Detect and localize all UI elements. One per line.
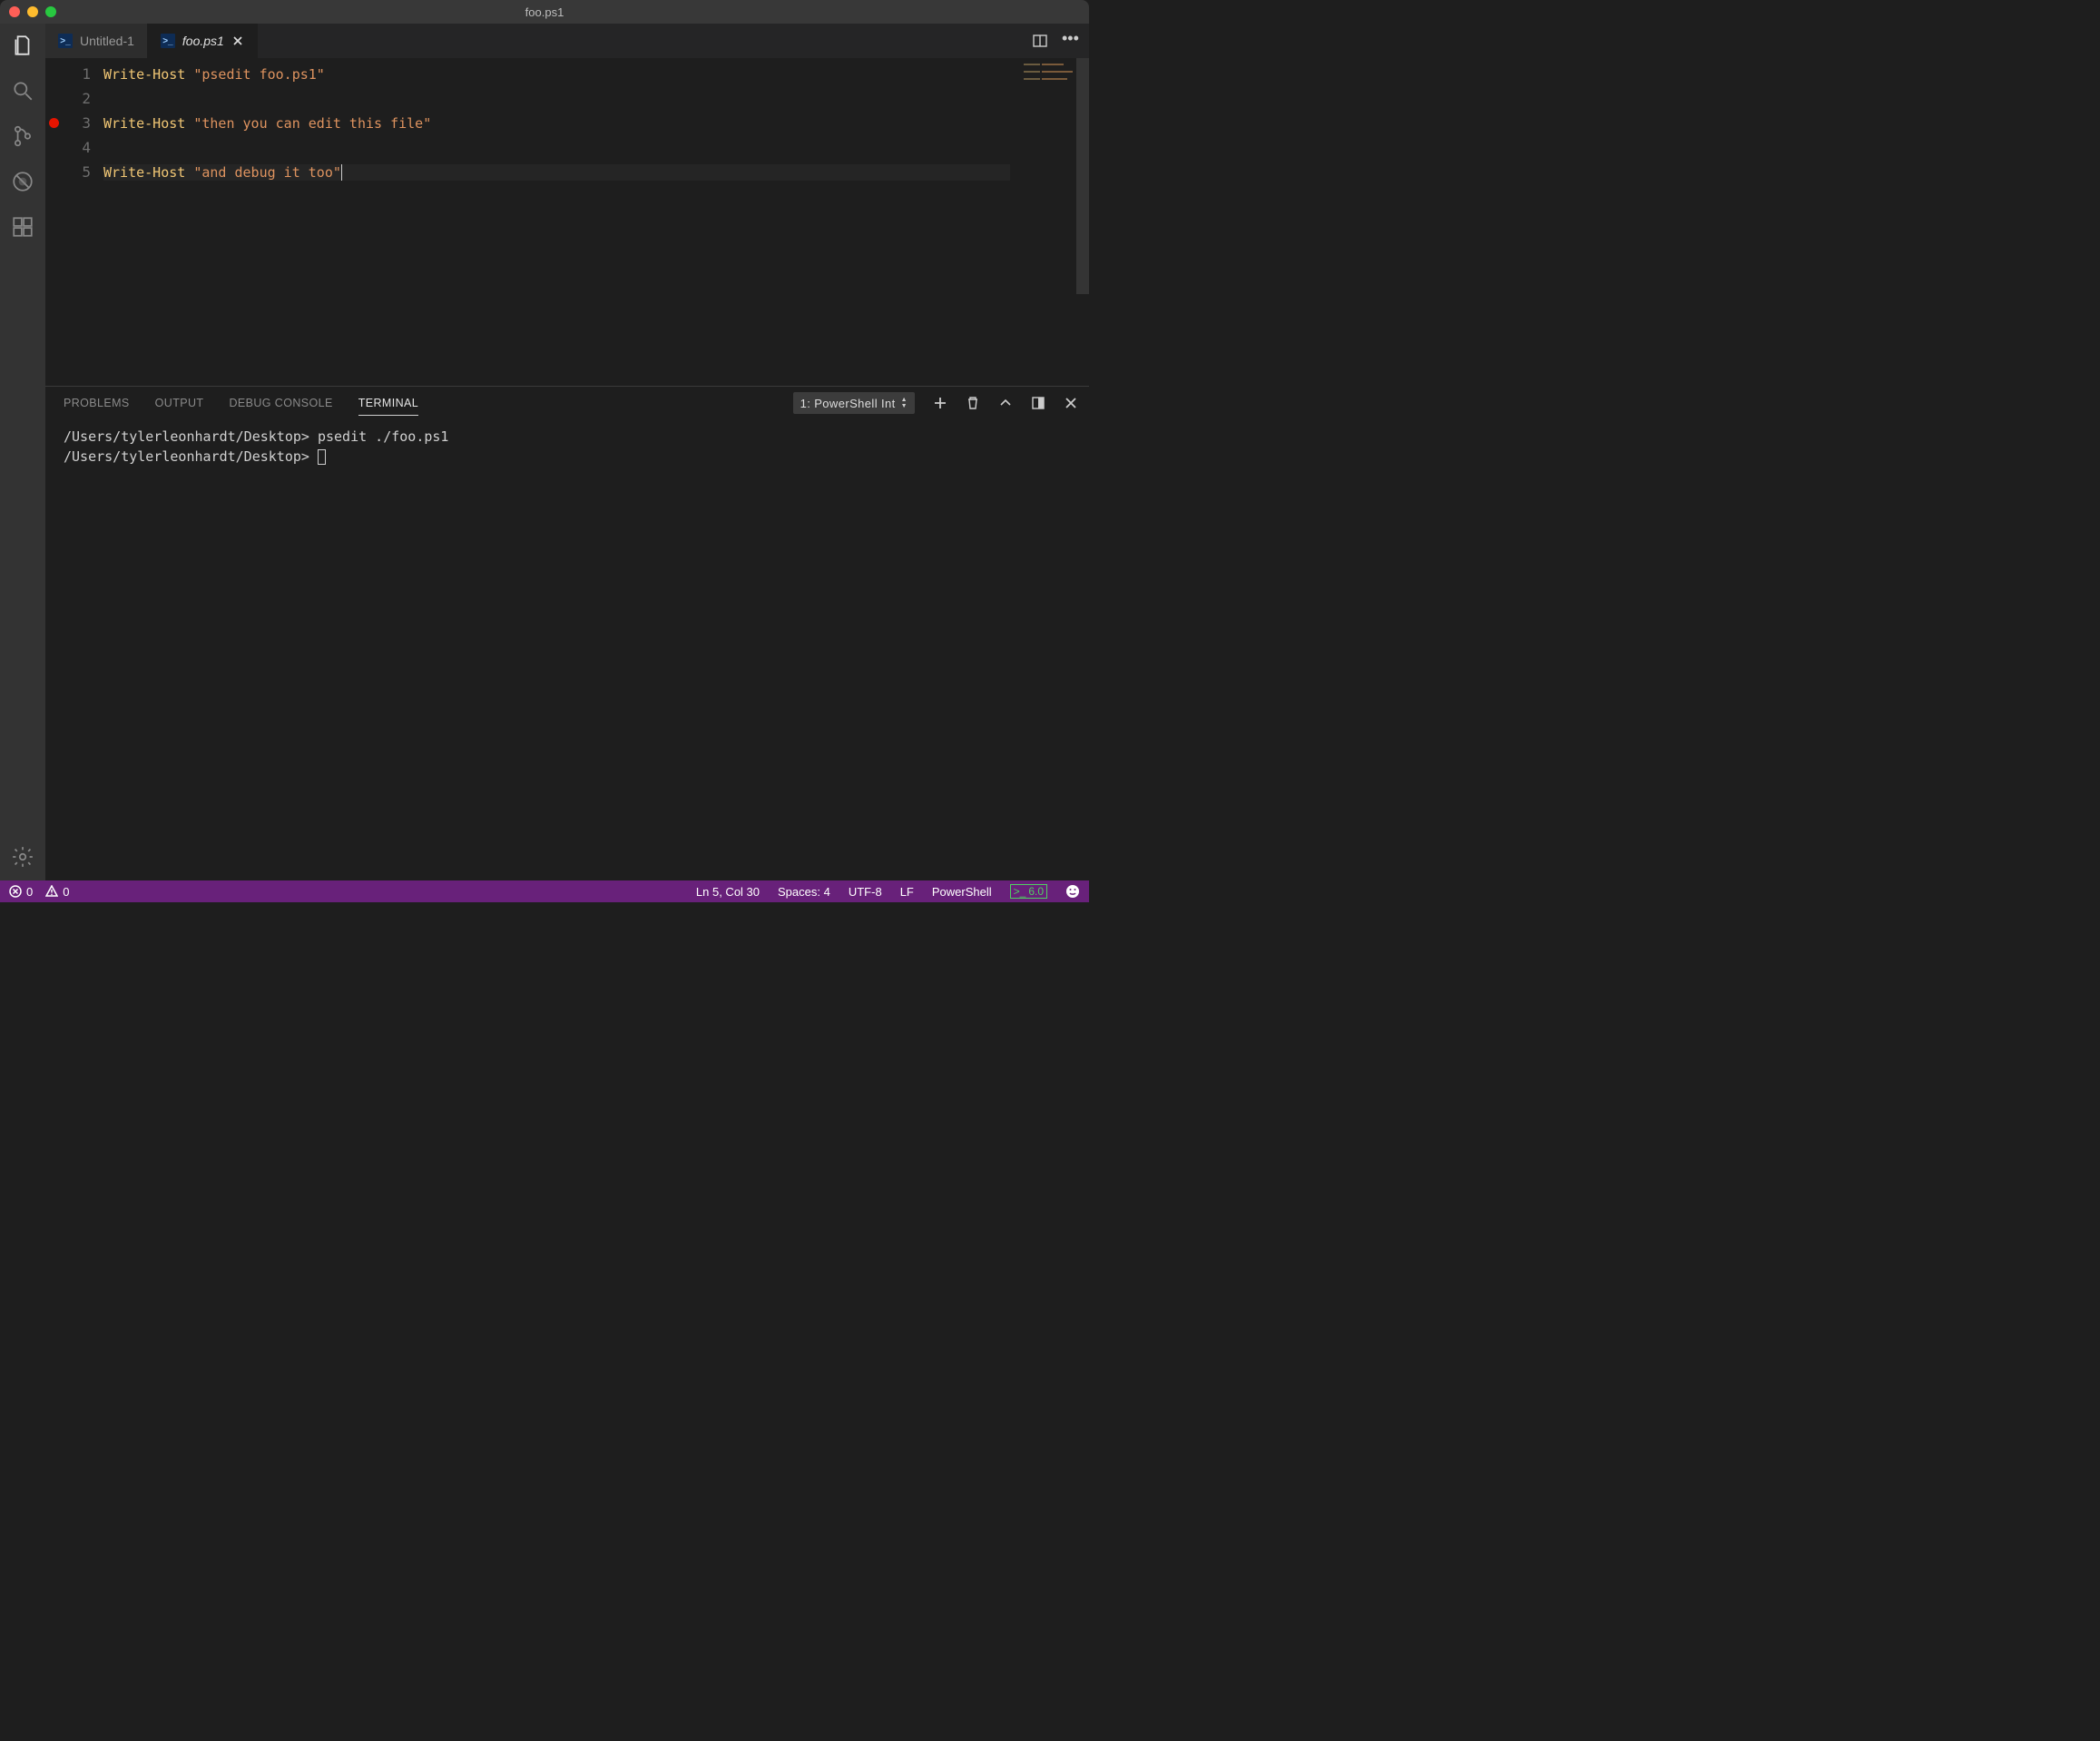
source-control-icon[interactable] — [10, 123, 35, 149]
scrollbar-thumb[interactable] — [1076, 58, 1089, 294]
panel-tab-problems[interactable]: PROBLEMS — [64, 397, 130, 409]
tab-untitled-1[interactable]: >_ Untitled-1 — [45, 24, 148, 58]
editor-scrollbar[interactable] — [1076, 58, 1089, 386]
close-tab-icon[interactable] — [231, 34, 244, 47]
stepper-icon: ▲▼ — [901, 397, 908, 409]
split-editor-icon[interactable] — [1033, 34, 1047, 48]
terminal-picker-label: 1: PowerShell Int — [800, 397, 896, 410]
powershell-file-icon: >_ — [161, 34, 175, 48]
kill-terminal-icon[interactable] — [966, 396, 980, 410]
code-line[interactable]: 2 — [45, 86, 1089, 111]
status-warnings[interactable]: 0 — [45, 885, 69, 899]
tab-label: Untitled-1 — [80, 34, 134, 48]
panel-tab-debug-console[interactable]: DEBUG CONSOLE — [229, 397, 332, 409]
terminal-body[interactable]: /Users/tylerleonhardt/Desktop> psedit ./… — [45, 419, 1089, 880]
tab-label: foo.ps1 — [182, 34, 224, 48]
panel-tab-output[interactable]: OUTPUT — [155, 397, 204, 409]
line-number: 2 — [64, 90, 103, 107]
text-cursor — [341, 164, 342, 181]
more-actions-icon[interactable]: ••• — [1062, 34, 1076, 48]
status-feedback-icon[interactable] — [1065, 884, 1080, 899]
panel-chevron-up-icon[interactable] — [998, 396, 1013, 410]
search-icon[interactable] — [10, 78, 35, 103]
code-line[interactable]: 4 — [45, 135, 1089, 160]
line-number: 1 — [64, 65, 103, 83]
activity-bar — [0, 24, 45, 880]
close-panel-icon[interactable] — [1064, 396, 1078, 410]
settings-gear-icon[interactable] — [10, 844, 35, 870]
editor[interactable]: 1 Write-Host "psedit foo.ps1" 2 3 Write-… — [45, 58, 1089, 386]
code-line[interactable]: 1 Write-Host "psedit foo.ps1" — [45, 62, 1089, 86]
new-terminal-icon[interactable] — [933, 396, 947, 410]
panel-tab-terminal[interactable]: TERMINAL — [358, 397, 418, 416]
minimize-window-icon[interactable] — [27, 6, 38, 17]
breakpoint-icon[interactable] — [49, 118, 59, 128]
status-encoding[interactable]: UTF-8 — [849, 885, 882, 899]
maximize-panel-icon[interactable] — [1031, 396, 1045, 410]
window-controls — [9, 6, 56, 17]
code-line[interactable]: 5 Write-Host "and debug it too" — [45, 160, 1089, 184]
debug-icon[interactable] — [10, 169, 35, 194]
terminal-line: /Users/tylerleonhardt/Desktop> psedit ./… — [64, 427, 1078, 447]
status-eol[interactable]: LF — [900, 885, 914, 899]
close-window-icon[interactable] — [9, 6, 20, 17]
status-powershell-version[interactable]: >_6.0 — [1010, 884, 1047, 899]
powershell-file-icon: >_ — [58, 34, 73, 48]
terminal-cursor — [318, 449, 326, 465]
line-number: 4 — [64, 139, 103, 156]
line-number: 3 — [64, 114, 103, 132]
status-errors[interactable]: 0 — [9, 885, 33, 899]
window-title: foo.ps1 — [0, 5, 1089, 19]
extensions-icon[interactable] — [10, 214, 35, 240]
terminal-line: /Users/tylerleonhardt/Desktop> — [64, 447, 1078, 467]
code-line[interactable]: 3 Write-Host "then you can edit this fil… — [45, 111, 1089, 135]
explorer-icon[interactable] — [10, 33, 35, 58]
terminal-picker[interactable]: 1: PowerShell Int ▲▼ — [793, 392, 915, 414]
status-language-mode[interactable]: PowerShell — [932, 885, 992, 899]
ps-prompt-icon: >_ — [1014, 885, 1026, 898]
tab-foo-ps1[interactable]: >_ foo.ps1 — [148, 24, 258, 58]
line-number: 5 — [64, 163, 103, 181]
panel: PROBLEMS OUTPUT DEBUG CONSOLE TERMINAL 1… — [45, 386, 1089, 880]
titlebar: foo.ps1 — [0, 0, 1089, 24]
status-bar: 0 0 Ln 5, Col 30 Spaces: 4 UTF-8 LF Powe… — [0, 880, 1089, 902]
status-cursor-position[interactable]: Ln 5, Col 30 — [696, 885, 760, 899]
status-indentation[interactable]: Spaces: 4 — [778, 885, 830, 899]
editor-tab-bar: >_ Untitled-1 >_ foo.ps1 ••• — [45, 24, 1089, 58]
minimap[interactable] — [1024, 64, 1073, 84]
zoom-window-icon[interactable] — [45, 6, 56, 17]
